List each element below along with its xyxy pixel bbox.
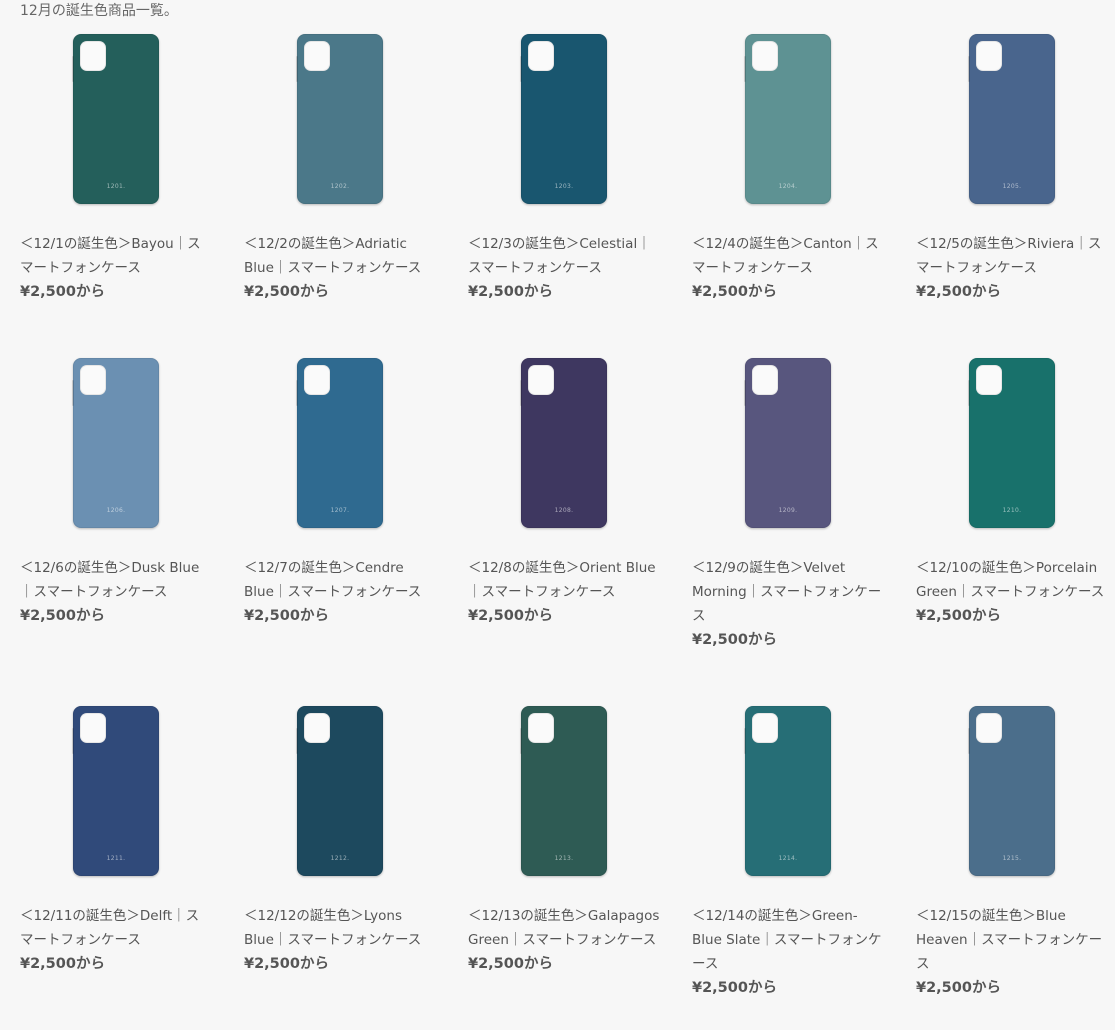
product-card[interactable]: 1214. ＜12/14の誕生色＞Green-Blue Slate｜スマートフォ…: [690, 706, 914, 1030]
product-card[interactable]: 1203. ＜12/3の誕生色＞Celestial｜スマートフォンケース ¥2,5…: [466, 34, 690, 358]
phone-case-image[interactable]: 1205.: [968, 34, 1055, 204]
product-title-link[interactable]: ＜12/1の誕生色＞Bayou｜スマートフォンケース: [20, 236, 201, 276]
camera-cutout: [976, 365, 1002, 395]
phone-case-image[interactable]: 1206.: [72, 358, 159, 528]
product-card[interactable]: 1207. ＜12/7の誕生色＞Cendre Blue｜スマートフォンケース ¥2…: [242, 358, 466, 706]
page-heading: 12月の誕生色商品一覧。: [20, 3, 178, 19]
product-price: ¥2,500から: [916, 608, 1001, 624]
camera-cutout: [976, 713, 1002, 743]
product-title-link[interactable]: ＜12/15の誕生色＞Blue Heaven｜スマートフォンケース: [916, 908, 1102, 972]
product-price: ¥2,500から: [20, 608, 105, 624]
product-title-link[interactable]: ＜12/12の誕生色＞Lyons Blue｜スマートフォンケース: [244, 908, 421, 948]
phone-case-image[interactable]: 1201.: [72, 34, 159, 204]
product-price: ¥2,500から: [244, 956, 329, 972]
product-card[interactable]: 1208. ＜12/8の誕生色＞Orient Blue｜スマートフォンケース ¥2…: [466, 358, 690, 706]
product-price: ¥2,500から: [916, 980, 1001, 996]
camera-cutout: [752, 41, 778, 71]
phone-case-image[interactable]: 1211.: [72, 706, 159, 876]
camera-cutout: [80, 713, 106, 743]
product-code: 1206.: [106, 507, 126, 514]
product-card[interactable]: 1211. ＜12/11の誕生色＞Delft｜スマートフォンケース ¥2,500か…: [18, 706, 242, 1030]
product-code: 1207.: [330, 507, 350, 514]
camera-cutout: [528, 365, 554, 395]
product-title-link[interactable]: ＜12/3の誕生色＞Celestial｜スマートフォンケース: [468, 236, 651, 276]
product-card[interactable]: 1209. ＜12/9の誕生色＞Velvet Morning｜スマートフォンケー…: [690, 358, 914, 706]
camera-cutout: [752, 365, 778, 395]
product-card[interactable]: 1202. ＜12/2の誕生色＞Adriatic Blue｜スマートフォンケース…: [242, 34, 466, 358]
product-price: ¥2,500から: [20, 284, 105, 300]
phone-case-image[interactable]: 1207.: [296, 358, 383, 528]
product-code: 1201.: [106, 183, 126, 190]
product-price: ¥2,500から: [468, 956, 553, 972]
product-title-link[interactable]: ＜12/7の誕生色＞Cendre Blue｜スマートフォンケース: [244, 560, 421, 600]
product-price: ¥2,500から: [916, 284, 1001, 300]
phone-case-image[interactable]: 1203.: [520, 34, 607, 204]
camera-cutout: [304, 365, 330, 395]
product-code: 1203.: [554, 183, 574, 190]
product-grid: 1201. ＜12/1の誕生色＞Bayou｜スマートフォンケース ¥2,500から…: [18, 34, 1115, 1030]
phone-case-image[interactable]: 1212.: [296, 706, 383, 876]
product-title-link[interactable]: ＜12/5の誕生色＞Riviera｜スマートフォンケース: [916, 236, 1101, 276]
product-price: ¥2,500から: [692, 284, 777, 300]
product-code: 1215.: [1002, 855, 1022, 862]
product-code: 1214.: [778, 855, 798, 862]
product-price: ¥2,500から: [468, 284, 553, 300]
product-card[interactable]: 1212. ＜12/12の誕生色＞Lyons Blue｜スマートフォンケース ¥2…: [242, 706, 466, 1030]
product-code: 1209.: [778, 507, 798, 514]
product-code: 1213.: [554, 855, 574, 862]
product-title-link[interactable]: ＜12/9の誕生色＞Velvet Morning｜スマートフォンケース: [692, 560, 881, 624]
product-price: ¥2,500から: [468, 608, 553, 624]
product-price: ¥2,500から: [244, 284, 329, 300]
product-price: ¥2,500から: [244, 608, 329, 624]
product-title-link[interactable]: ＜12/4の誕生色＞Canton｜スマートフォンケース: [692, 236, 879, 276]
product-title-link[interactable]: ＜12/10の誕生色＞Porcelain Green｜スマートフォンケース: [916, 560, 1104, 600]
phone-case-image[interactable]: 1214.: [744, 706, 831, 876]
phone-case-image[interactable]: 1215.: [968, 706, 1055, 876]
product-code: 1205.: [1002, 183, 1022, 190]
product-title-link[interactable]: ＜12/2の誕生色＞Adriatic Blue｜スマートフォンケース: [244, 236, 421, 276]
product-card[interactable]: 1206. ＜12/6の誕生色＞Dusk Blue｜スマートフォンケース ¥2,5…: [18, 358, 242, 706]
product-title-link[interactable]: ＜12/14の誕生色＞Green-Blue Slate｜スマートフォンケース: [692, 908, 881, 972]
camera-cutout: [304, 713, 330, 743]
product-card[interactable]: 1215. ＜12/15の誕生色＞Blue Heaven｜スマートフォンケース ¥…: [914, 706, 1115, 1030]
phone-case-image[interactable]: 1209.: [744, 358, 831, 528]
product-title-link[interactable]: ＜12/6の誕生色＞Dusk Blue｜スマートフォンケース: [20, 560, 199, 600]
product-code: 1212.: [330, 855, 350, 862]
product-card[interactable]: 1210. ＜12/10の誕生色＞Porcelain Green｜スマートフォン…: [914, 358, 1115, 706]
product-price: ¥2,500から: [20, 956, 105, 972]
product-code: 1202.: [330, 183, 350, 190]
product-card[interactable]: 1201. ＜12/1の誕生色＞Bayou｜スマートフォンケース ¥2,500から: [18, 34, 242, 358]
product-code: 1211.: [106, 855, 126, 862]
product-price: ¥2,500から: [692, 632, 777, 648]
product-price: ¥2,500から: [692, 980, 777, 996]
product-code: 1204.: [778, 183, 798, 190]
product-card[interactable]: 1205. ＜12/5の誕生色＞Riviera｜スマートフォンケース ¥2,500…: [914, 34, 1115, 358]
camera-cutout: [80, 41, 106, 71]
camera-cutout: [528, 41, 554, 71]
phone-case-image[interactable]: 1204.: [744, 34, 831, 204]
product-title-link[interactable]: ＜12/13の誕生色＞Galapagos Green｜スマートフォンケース: [468, 908, 659, 948]
phone-case-image[interactable]: 1208.: [520, 358, 607, 528]
camera-cutout: [80, 365, 106, 395]
product-code: 1210.: [1002, 507, 1022, 514]
camera-cutout: [528, 713, 554, 743]
camera-cutout: [304, 41, 330, 71]
product-card[interactable]: 1213. ＜12/13の誕生色＞Galapagos Green｜スマートフォン…: [466, 706, 690, 1030]
product-card[interactable]: 1204. ＜12/4の誕生色＞Canton｜スマートフォンケース ¥2,500か…: [690, 34, 914, 358]
product-title-link[interactable]: ＜12/11の誕生色＞Delft｜スマートフォンケース: [20, 908, 199, 948]
phone-case-image[interactable]: 1210.: [968, 358, 1055, 528]
phone-case-image[interactable]: 1213.: [520, 706, 607, 876]
product-title-link[interactable]: ＜12/8の誕生色＞Orient Blue｜スマートフォンケース: [468, 560, 656, 600]
camera-cutout: [752, 713, 778, 743]
phone-case-image[interactable]: 1202.: [296, 34, 383, 204]
camera-cutout: [976, 41, 1002, 71]
product-code: 1208.: [554, 507, 574, 514]
